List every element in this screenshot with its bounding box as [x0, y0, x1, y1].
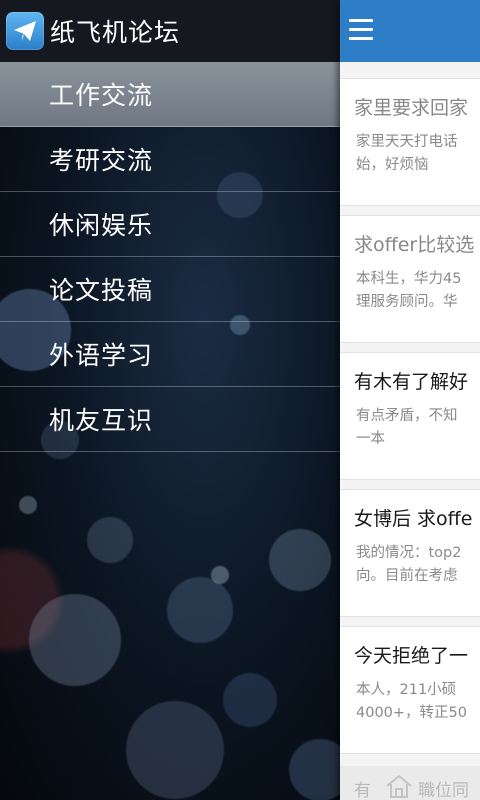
drawer-item-work[interactable]: 工作交流 [0, 62, 340, 127]
drawer-item-grad-exam[interactable]: 考研交流 [0, 127, 340, 192]
post-title: 今天拒绝了一 [354, 645, 469, 667]
post-title: 有木有了解好 [354, 371, 469, 393]
post-excerpt: 本人，211小硕 4000+，转正50 [356, 682, 468, 721]
home-icon [384, 774, 414, 800]
post-excerpt: 本科生，华力45 理服务顾问。华 [356, 271, 462, 310]
app-title: 纸飞机论坛 [50, 18, 181, 47]
drawer-item-meet-friends[interactable]: 机友互识 [0, 387, 340, 452]
post-title: 家里要求回家 [354, 97, 469, 119]
footer-hint[interactable]: 有 職位同 [340, 766, 480, 800]
post-excerpt: 有点矛盾，不知 一本 [356, 408, 458, 447]
footer-prefix: 有 [354, 781, 371, 800]
post-list-item[interactable]: 有木有了解好 有点矛盾，不知 一本 [340, 352, 480, 480]
main-content: 家里要求回家 家里天天打电话 始，好烦恼 求offer比较选 本科生，华力45 … [340, 0, 480, 800]
post-excerpt: 家里天天打电话 始，好烦恼 [356, 134, 458, 173]
drawer-item-paper-submission[interactable]: 论文投稿 [0, 257, 340, 322]
navigation-drawer: 纸飞机论坛 工作交流 考研交流 休闲娱乐 论文投稿 外语学习 机友互识 [0, 0, 340, 800]
paper-plane-icon[interactable] [6, 12, 44, 50]
drawer-header: 纸飞机论坛 [0, 0, 340, 62]
drawer-item-foreign-language[interactable]: 外语学习 [0, 322, 340, 387]
footer-suffix: 職位同 [418, 781, 469, 800]
drawer-item-leisure[interactable]: 休闲娱乐 [0, 192, 340, 257]
post-title: 求offer比较选 [354, 234, 475, 256]
main-toolbar [340, 0, 480, 62]
hamburger-menu-icon[interactable] [349, 19, 373, 41]
post-title: 女博后 求offe [354, 508, 473, 530]
forum-category-list: 工作交流 考研交流 休闲娱乐 论文投稿 外语学习 机友互识 [0, 62, 340, 452]
post-excerpt: 我的情况：top2 向。目前在考虑 [356, 545, 462, 584]
post-list-item[interactable]: 家里要求回家 家里天天打电话 始，好烦恼 [340, 78, 480, 206]
post-list-item[interactable]: 女博后 求offe 我的情况：top2 向。目前在考虑 [340, 489, 480, 617]
post-list-item[interactable]: 求offer比较选 本科生，华力45 理服务顾问。华 [340, 215, 480, 343]
post-list-item[interactable]: 今天拒绝了一 本人，211小硕 4000+，转正50 [340, 626, 480, 754]
